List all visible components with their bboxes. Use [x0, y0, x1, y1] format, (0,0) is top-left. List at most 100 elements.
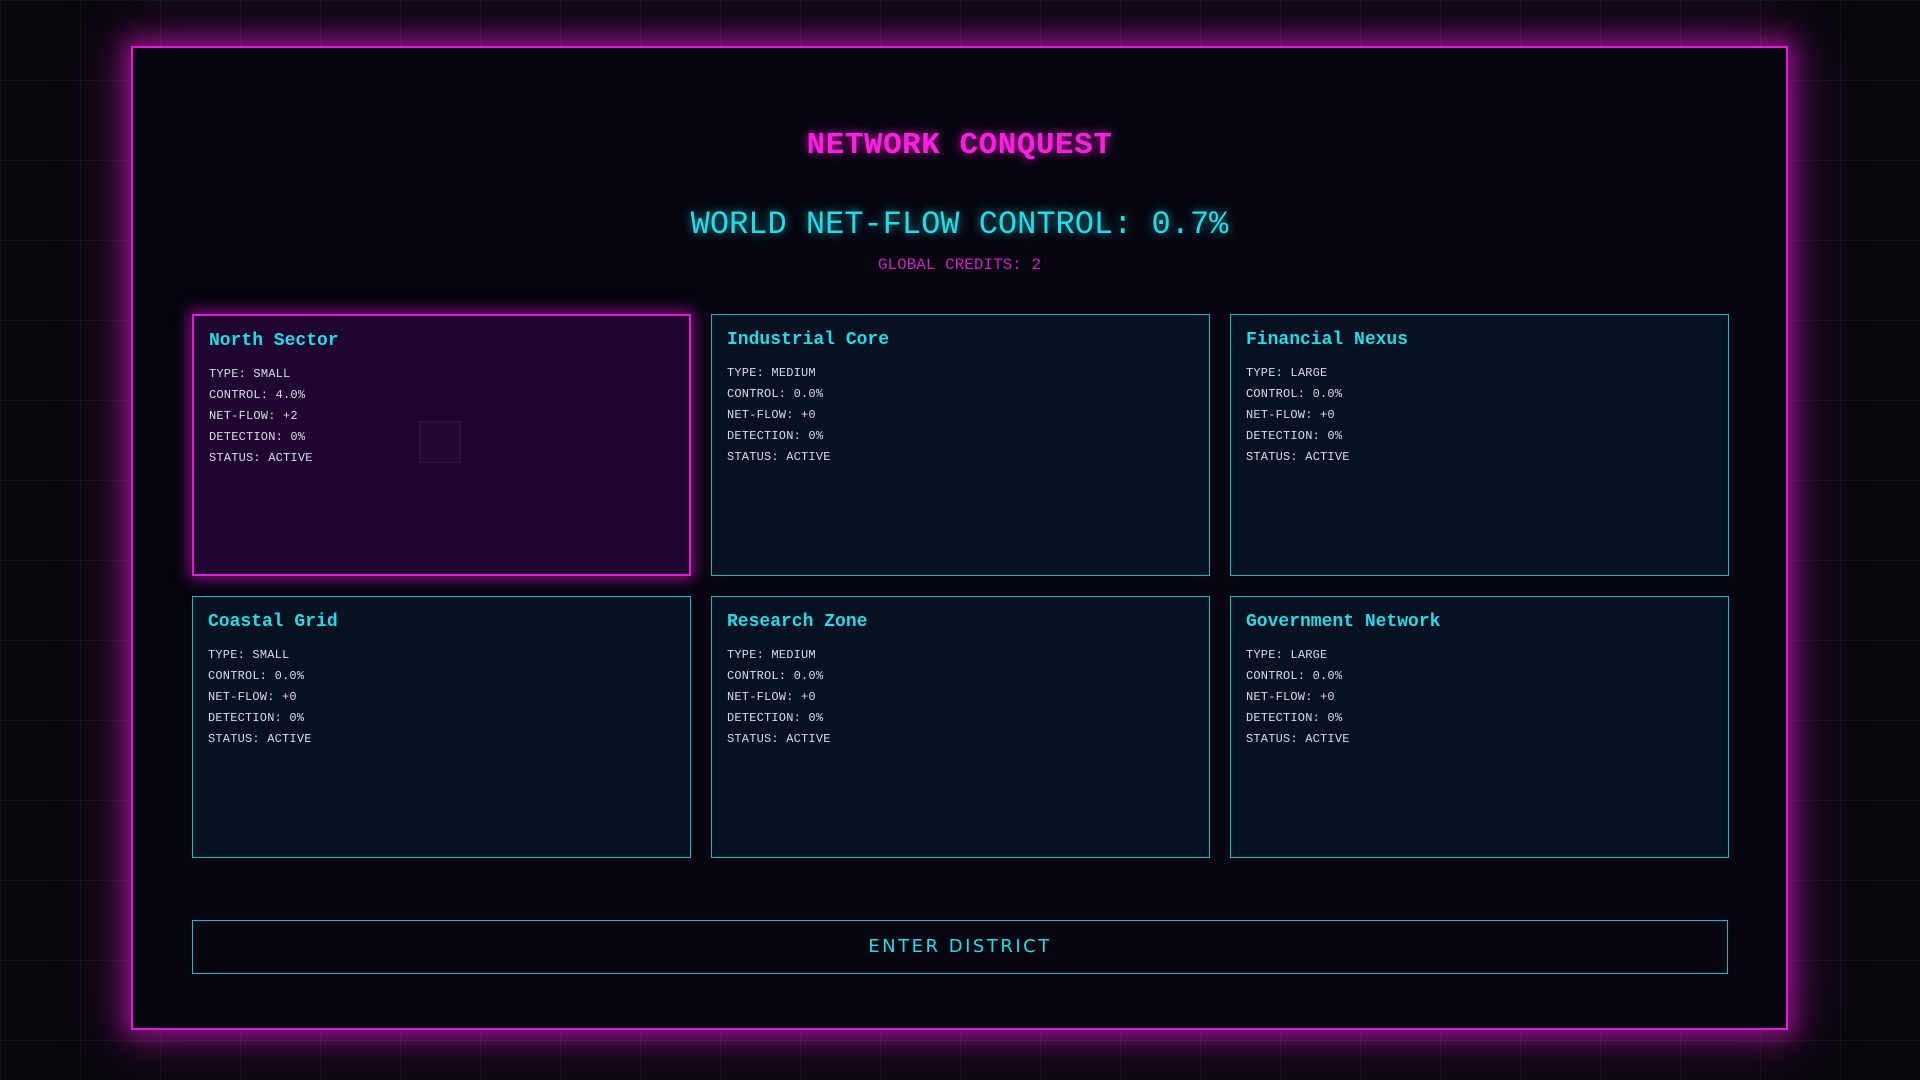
control-value: 0.0% — [793, 387, 824, 401]
global-credits-label: GLOBAL CREDITS: — [877, 256, 1032, 274]
district-control: CONTROL: 0.0% — [1246, 666, 1713, 687]
district-grid: North Sector TYPE: SMALL CONTROL: 4.0% N… — [192, 314, 1729, 858]
district-type: TYPE: SMALL — [209, 364, 674, 385]
type-value: SMALL — [253, 367, 291, 381]
type-label: TYPE: — [727, 366, 772, 380]
cursor-ghost-square — [419, 421, 461, 463]
net-flow-value: +0 — [1320, 690, 1335, 704]
status-value: ACTIVE — [267, 732, 312, 746]
world-control-value: 0.7% — [1151, 206, 1229, 243]
net-flow-value: +2 — [283, 409, 298, 423]
detection-label: DETECTION: — [208, 711, 290, 725]
district-detection: DETECTION: 0% — [1246, 708, 1713, 729]
district-type: TYPE: LARGE — [1246, 645, 1713, 666]
detection-label: DETECTION: — [727, 711, 809, 725]
net-flow-value: +0 — [801, 408, 816, 422]
net-flow-label: NET-FLOW: — [209, 409, 284, 423]
type-value: LARGE — [1290, 648, 1328, 662]
net-flow-label: NET-FLOW: — [727, 690, 802, 704]
net-flow-value: +0 — [282, 690, 297, 704]
type-value: LARGE — [1290, 366, 1328, 380]
world-control-label: WORLD NET-FLOW CONTROL: — [690, 206, 1152, 243]
district-card-coastal-grid[interactable]: Coastal Grid TYPE: SMALL CONTROL: 0.0% N… — [192, 596, 691, 858]
district-net-flow: NET-FLOW: +0 — [208, 687, 675, 708]
game-frame: NETWORK CONQUEST WORLD NET-FLOW CONTROL:… — [131, 46, 1788, 1030]
type-value: MEDIUM — [771, 648, 816, 662]
net-flow-value: +0 — [801, 690, 816, 704]
control-label: CONTROL: — [727, 669, 794, 683]
status-value: ACTIVE — [786, 732, 831, 746]
district-status: STATUS: ACTIVE — [727, 447, 1194, 468]
district-name: Financial Nexus — [1246, 330, 1409, 350]
district-status: STATUS: ACTIVE — [727, 729, 1194, 750]
status-value: ACTIVE — [1305, 732, 1350, 746]
district-status: STATUS: ACTIVE — [1246, 729, 1713, 750]
net-flow-label: NET-FLOW: — [727, 408, 802, 422]
district-control: CONTROL: 4.0% — [209, 385, 674, 406]
net-flow-label: NET-FLOW: — [208, 690, 283, 704]
detection-value: 0% — [290, 430, 306, 444]
district-control: CONTROL: 0.0% — [727, 384, 1194, 405]
detection-value: 0% — [289, 711, 305, 725]
district-control: CONTROL: 0.0% — [727, 666, 1194, 687]
detection-value: 0% — [1327, 429, 1343, 443]
control-label: CONTROL: — [727, 387, 794, 401]
district-net-flow: NET-FLOW: +0 — [727, 405, 1194, 426]
control-label: CONTROL: — [1246, 387, 1313, 401]
district-card-research-zone[interactable]: Research Zone TYPE: MEDIUM CONTROL: 0.0%… — [711, 596, 1210, 858]
control-label: CONTROL: — [208, 669, 275, 683]
status-label: STATUS: — [727, 450, 787, 464]
detection-label: DETECTION: — [209, 430, 291, 444]
district-detection: DETECTION: 0% — [208, 708, 675, 729]
status-label: STATUS: — [209, 451, 269, 465]
status-value: ACTIVE — [1305, 450, 1350, 464]
type-label: TYPE: — [209, 367, 254, 381]
net-flow-label: NET-FLOW: — [1246, 408, 1321, 422]
district-net-flow: NET-FLOW: +0 — [1246, 405, 1713, 426]
detection-label: DETECTION: — [727, 429, 809, 443]
district-card-industrial-core[interactable]: Industrial Core TYPE: MEDIUM CONTROL: 0.… — [711, 314, 1210, 576]
control-value: 0.0% — [1312, 669, 1343, 683]
world-control-readout: WORLD NET-FLOW CONTROL: 0.7% — [133, 206, 1786, 243]
district-detection: DETECTION: 0% — [727, 426, 1194, 447]
status-value: ACTIVE — [786, 450, 831, 464]
district-name: Industrial Core — [727, 330, 890, 350]
global-credits-readout: GLOBAL CREDITS: 2 — [133, 256, 1786, 274]
district-detection: DETECTION: 0% — [1246, 426, 1713, 447]
district-name: Government Network — [1246, 612, 1441, 632]
detection-label: DETECTION: — [1246, 429, 1328, 443]
control-label: CONTROL: — [209, 388, 276, 402]
status-label: STATUS: — [1246, 450, 1306, 464]
district-status: STATUS: ACTIVE — [1246, 447, 1713, 468]
district-name: North Sector — [209, 331, 339, 351]
detection-value: 0% — [1327, 711, 1343, 725]
status-value: ACTIVE — [268, 451, 313, 465]
control-label: CONTROL: — [1246, 669, 1313, 683]
district-net-flow: NET-FLOW: +0 — [727, 687, 1194, 708]
control-value: 0.0% — [793, 669, 824, 683]
control-value: 4.0% — [275, 388, 306, 402]
status-label: STATUS: — [208, 732, 268, 746]
district-name: Coastal Grid — [208, 612, 338, 632]
district-control: CONTROL: 0.0% — [208, 666, 675, 687]
control-value: 0.0% — [1312, 387, 1343, 401]
global-credits-value: 2 — [1031, 256, 1042, 274]
control-value: 0.0% — [274, 669, 305, 683]
district-card-financial-nexus[interactable]: Financial Nexus TYPE: LARGE CONTROL: 0.0… — [1230, 314, 1729, 576]
type-label: TYPE: — [727, 648, 772, 662]
district-card-government-network[interactable]: Government Network TYPE: LARGE CONTROL: … — [1230, 596, 1729, 858]
district-net-flow: NET-FLOW: +0 — [1246, 687, 1713, 708]
type-label: TYPE: — [1246, 648, 1291, 662]
district-status: STATUS: ACTIVE — [208, 729, 675, 750]
type-label: TYPE: — [208, 648, 253, 662]
type-value: MEDIUM — [771, 366, 816, 380]
enter-district-button[interactable]: ENTER DISTRICT — [192, 920, 1728, 974]
district-card-north-sector[interactable]: North Sector TYPE: SMALL CONTROL: 4.0% N… — [192, 314, 691, 576]
district-name: Research Zone — [727, 612, 868, 632]
district-detection: DETECTION: 0% — [727, 708, 1194, 729]
status-label: STATUS: — [727, 732, 787, 746]
type-label: TYPE: — [1246, 366, 1291, 380]
detection-value: 0% — [808, 429, 824, 443]
status-label: STATUS: — [1246, 732, 1306, 746]
district-type: TYPE: MEDIUM — [727, 645, 1194, 666]
